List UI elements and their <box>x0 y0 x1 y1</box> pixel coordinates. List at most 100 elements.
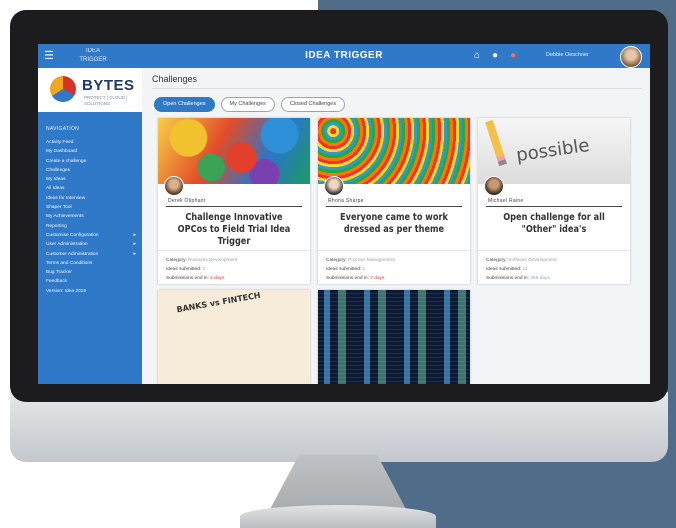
owner-name: Derek Oliphant <box>168 198 206 204</box>
top-bar: ☰ IDEA TRIGGER IDEA TRIGGER ⌂ ● ● Debbie… <box>38 44 650 68</box>
category-value: Software Development <box>508 258 557 263</box>
sidebar-item-label: Shaper Tool <box>46 205 72 211</box>
ideas-label: Ideas submitted: <box>166 267 202 272</box>
logo-subtitle: PROTECT | CLOUD | SOLUTIONS <box>84 95 128 106</box>
sidebar-item[interactable]: My Ideas <box>38 175 142 184</box>
challenge-title[interactable]: Open challenge for all "Other" idea's <box>494 212 614 236</box>
monitor-stand-base <box>240 505 436 528</box>
header-icons: ⌂ ● ● <box>474 48 516 64</box>
chevron-right-icon: ▸ <box>133 241 136 248</box>
sidebar-item[interactable]: My Achievements <box>38 212 142 221</box>
challenge-image <box>158 118 310 184</box>
category-label: Category: <box>166 258 187 263</box>
sidebar-item[interactable]: Feedback <box>38 277 142 286</box>
ideas-count: 2 <box>202 267 206 272</box>
sidebar-item[interactable]: Customer Administration ▸ <box>38 250 142 259</box>
ideas-count: 11 <box>522 267 528 272</box>
sidebar-item-label: Reporting <box>46 223 67 229</box>
challenge-meta: Category: Software Development Ideas sub… <box>486 256 557 283</box>
image-word: possible <box>514 134 591 167</box>
owner-name: Michael Raine <box>488 198 524 204</box>
owner-avatar <box>324 176 344 196</box>
main-content: Challenges Open Challenges My Challenges… <box>142 68 650 384</box>
sidebar-item-label: Terms and Conditions <box>46 260 93 266</box>
sidebar-item[interactable]: Create a challenge <box>38 157 142 166</box>
sidebar-item[interactable]: Reporting <box>38 222 142 231</box>
sidebar-item: Version: Idea 2019 <box>38 287 142 296</box>
challenge-image: possible <box>478 118 630 184</box>
owner-avatar <box>484 176 504 196</box>
owner-divider <box>486 206 622 207</box>
challenge-title[interactable]: Everyone came to work dressed as per the… <box>334 212 454 236</box>
ends-label: Submissions end in: <box>326 276 369 281</box>
owner-avatar <box>164 176 184 196</box>
ideas-count: 1 <box>362 267 366 272</box>
challenge-card[interactable]: Rhona Sharpe Everyone came to work dress… <box>318 118 470 284</box>
sidebar-item-label: Create a challenge <box>46 158 87 164</box>
sidebar-item-label: Feedback <box>46 279 68 285</box>
challenge-card[interactable]: Derek Oliphant Challenge Innovative OPCo… <box>158 118 310 284</box>
challenge-meta: Category: Process Management Ideas submi… <box>326 256 395 283</box>
chevron-right-icon: ▸ <box>133 250 136 257</box>
page-title: Challenges <box>152 74 198 84</box>
category-label: Category: <box>486 258 507 263</box>
sidebar-item-label: Activity Feed <box>46 140 74 145</box>
help-icon[interactable]: ● <box>492 48 498 64</box>
tab-closed-challenges[interactable]: Closed Challenges <box>280 97 346 112</box>
ends-value: 2 days <box>210 276 225 281</box>
monitor: ☰ IDEA TRIGGER IDEA TRIGGER ⌂ ● ● Debbie… <box>10 10 668 462</box>
sidebar-item[interactable]: Customise Configuration ▸ <box>38 231 142 240</box>
sidebar-item[interactable]: Bug Tracker <box>38 268 142 277</box>
ends-label: Submissions end in: <box>486 276 529 281</box>
sidebar-item[interactable]: All Ideas <box>38 184 142 193</box>
sidebar-item[interactable]: My Dashboard <box>38 147 142 156</box>
sidebar: BYTES PROTECT | CLOUD | SOLUTIONS NAVIGA… <box>38 68 142 384</box>
ends-label: Submissions end in: <box>166 276 209 281</box>
ends-value: 7 days <box>370 276 385 281</box>
sidebar-item-label: My Ideas <box>46 177 66 183</box>
sidebar-item[interactable]: User Administration ▸ <box>38 240 142 249</box>
challenge-tabs: Open Challenges My Challenges Closed Cha… <box>154 97 346 112</box>
nav-list: Activity Feed My Dashboard Create a chal… <box>38 138 142 296</box>
user-name[interactable]: Debbie Oeschner <box>546 52 589 58</box>
chevron-right-icon: ▸ <box>133 231 136 238</box>
ideas-label: Ideas submitted: <box>326 267 362 272</box>
challenge-card[interactable]: possible Michael Raine Open challenge fo… <box>478 118 630 284</box>
sidebar-item[interactable]: Activity Feed <box>38 138 142 147</box>
ideas-label: Ideas submitted: <box>486 267 522 272</box>
sidebar-item-label: Customise Configuration <box>46 232 99 238</box>
bytes-logo-icon <box>50 76 76 102</box>
user-avatar[interactable] <box>620 46 642 68</box>
logo-box: BYTES PROTECT | CLOUD | SOLUTIONS <box>38 68 142 112</box>
challenge-card[interactable]: BANKS vs FINTECH <box>158 290 310 384</box>
owner-divider <box>166 206 302 207</box>
notification-icon[interactable]: ● <box>510 48 516 64</box>
category-value: Business Development <box>188 258 238 263</box>
image-word: BANKS vs FINTECH <box>175 290 262 315</box>
sidebar-item[interactable]: Ideas for Interview <box>38 194 142 203</box>
pencil-icon <box>485 119 507 167</box>
owner-name: Rhona Sharpe <box>328 198 364 204</box>
category-value: Process Management <box>348 258 395 263</box>
sidebar-item-label: User Administration <box>46 242 88 248</box>
challenge-image <box>318 118 470 184</box>
sidebar-item-label: Challenges <box>46 167 71 173</box>
logo-text: BYTES <box>82 77 135 94</box>
challenge-title[interactable]: Challenge Innovative OPCos to Field Tria… <box>174 212 294 248</box>
monitor-chin <box>10 392 668 462</box>
tab-my-challenges[interactable]: My Challenges <box>220 97 275 112</box>
sidebar-item-label: Ideas for Interview <box>46 195 86 201</box>
sidebar-item-label: My Dashboard <box>46 149 78 155</box>
nav-heading: NAVIGATION <box>46 126 80 132</box>
home-icon[interactable]: ⌂ <box>474 48 480 64</box>
sidebar-item[interactable]: Shaper Tool <box>38 203 142 212</box>
sidebar-item-label: All Ideas <box>46 186 65 192</box>
sidebar-item[interactable]: Challenges <box>38 166 142 175</box>
sidebar-item[interactable]: Terms and Conditions <box>38 259 142 268</box>
meta-divider <box>158 250 310 251</box>
tab-open-challenges[interactable]: Open Challenges <box>154 97 215 112</box>
sidebar-item-label: Bug Tracker <box>46 270 72 276</box>
category-label: Category: <box>326 258 347 263</box>
owner-divider <box>326 206 462 207</box>
challenge-card[interactable] <box>318 290 470 384</box>
